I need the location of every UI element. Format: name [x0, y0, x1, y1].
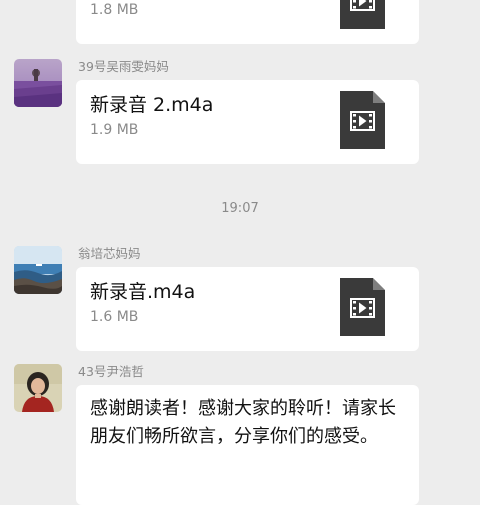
- file-bubble[interactable]: 新录音 2.m4a 1.9 MB: [76, 80, 419, 164]
- message-file: 翁培芯妈妈 新录音.m4a 1.6 MB: [14, 246, 480, 351]
- text-bubble[interactable]: 感谢朗读者！感谢大家的聆听！请家长朋友们畅所欲言，分享你们的感受。: [76, 385, 419, 505]
- sender-name: 43号尹浩哲: [78, 364, 144, 379]
- video-file-icon: [340, 91, 385, 149]
- file-name: 新录音 2.m4a: [90, 94, 214, 116]
- file-name: 新录音.m4a: [90, 281, 196, 303]
- file-bubble[interactable]: 新录音.m4a 1.6 MB: [76, 267, 419, 351]
- sender-name: 翁培芯妈妈: [78, 246, 141, 261]
- video-file-icon: [340, 0, 385, 29]
- sender-name: 39号吴雨雯妈妈: [78, 59, 169, 74]
- message-file: 39号吴雨雯妈妈 新录音 2.m4a 1.9 MB: [14, 59, 480, 164]
- message-text: 43号尹浩哲 感谢朗读者！感谢大家的聆听！请家长朋友们畅所欲言，分享你们的感受。: [14, 364, 480, 505]
- avatar[interactable]: [14, 246, 62, 294]
- file-size: 1.9 MB: [90, 122, 139, 138]
- message-file: 1.8 MB: [14, 0, 480, 44]
- message-timestamp: 19:07: [221, 201, 259, 216]
- message-text-content: 感谢朗读者！感谢大家的聆听！请家长朋友们畅所欲言，分享你们的感受。: [90, 398, 396, 447]
- avatar[interactable]: [14, 364, 62, 412]
- chat-window[interactable]: 1.8 MB 39号吴雨雯妈妈 新录音 2.m4a 1.9 MB 19:07 翁…: [0, 0, 480, 505]
- avatar[interactable]: [14, 59, 62, 107]
- file-bubble[interactable]: 1.8 MB: [76, 0, 419, 44]
- video-file-icon: [340, 278, 385, 336]
- file-size: 1.8 MB: [90, 2, 139, 18]
- file-size: 1.6 MB: [90, 309, 139, 325]
